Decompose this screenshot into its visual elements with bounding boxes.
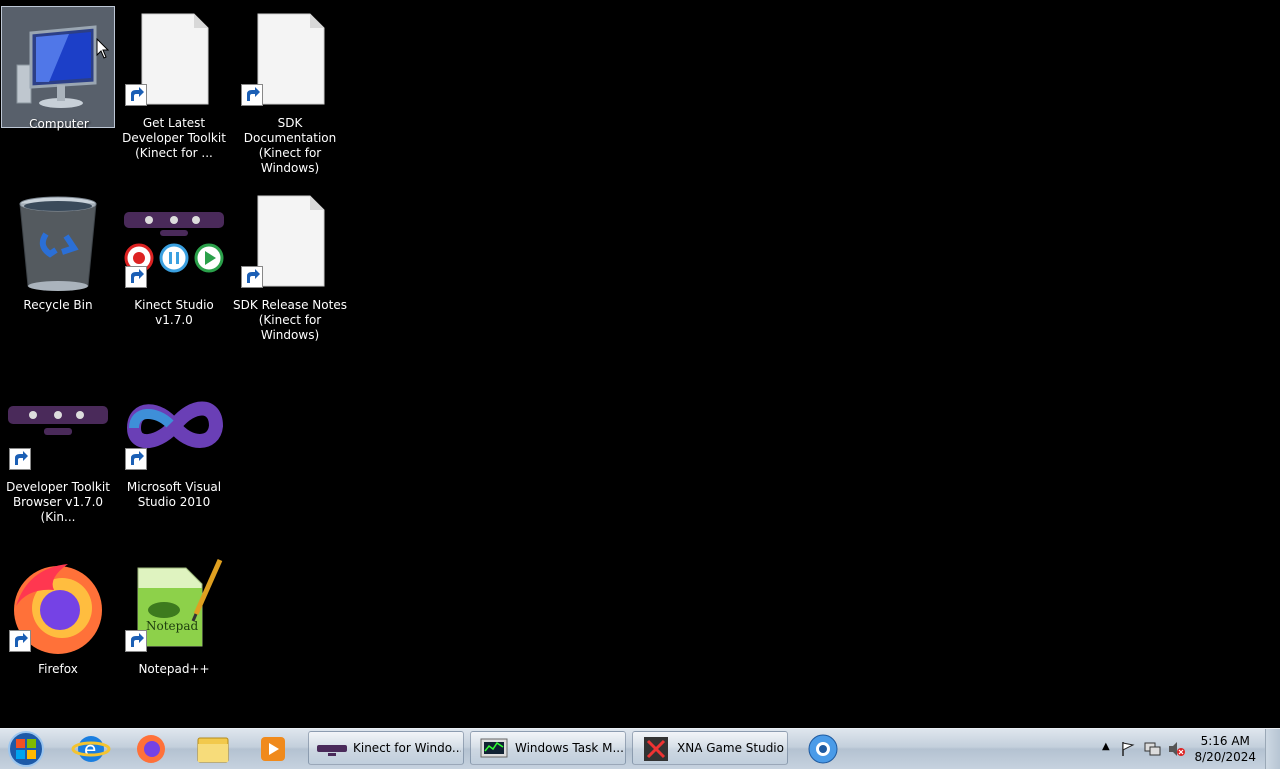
taskbar-task-windows-task-manager[interactable]: Windows Task M... xyxy=(470,731,626,765)
action-center-flag-icon[interactable] xyxy=(1120,741,1136,757)
firefox-icon[interactable] xyxy=(124,731,178,767)
internet-explorer-icon[interactable]: e xyxy=(64,731,118,767)
desktop-icon-notepad-plus-plus[interactable]: Notepad Notepad++ xyxy=(117,552,231,728)
desktop-icon-label: Microsoft Visual Studio 2010 xyxy=(126,480,222,509)
shortcut-arrow-icon xyxy=(125,630,147,652)
task-label: XNA Game Studio... xyxy=(677,741,785,755)
shortcut-arrow-icon xyxy=(125,84,147,106)
svg-text:Notepad: Notepad xyxy=(146,619,198,633)
desktop-icon-label: Get Latest Developer Toolkit (Kinect for… xyxy=(122,116,226,160)
desktop-icon-label: Firefox xyxy=(38,662,78,676)
desktop-icon-sdk-documentation[interactable]: SDK Documentation (Kinect for Windows) xyxy=(233,6,347,182)
desktop: Computer Get Latest Developer Toolkit (K… xyxy=(0,0,1280,728)
desktop-icon-label: Notepad++ xyxy=(138,662,210,676)
taskbar-task-kinect-for-windows[interactable]: Kinect for Windo... xyxy=(308,731,464,765)
mouse-cursor-icon xyxy=(96,38,110,59)
desktop-icon-kinect-studio[interactable]: Kinect Studio v1.7.0 xyxy=(117,188,231,364)
clock-time: 5:16 AM xyxy=(1200,734,1250,748)
task-label: Windows Task M... xyxy=(515,741,623,755)
desktop-icon-visual-studio-2010[interactable]: Microsoft Visual Studio 2010 xyxy=(117,370,231,546)
desktop-icon-label: SDK Documentation (Kinect for Windows) xyxy=(243,116,337,175)
shortcut-arrow-icon xyxy=(125,266,147,288)
desktop-icon-get-latest-developer-toolkit[interactable]: Get Latest Developer Toolkit (Kinect for… xyxy=(117,6,231,182)
desktop-icon-label: Recycle Bin xyxy=(23,298,93,312)
shortcut-arrow-icon xyxy=(125,448,147,470)
taskbar-task-xna-game-studio[interactable]: XNA Game Studio... xyxy=(632,731,788,765)
shortcut-arrow-icon xyxy=(9,630,31,652)
desktop-icon-label: Kinect Studio v1.7.0 xyxy=(134,298,214,327)
volume-muted-icon[interactable] xyxy=(1168,741,1186,757)
desktop-icon-label: Computer xyxy=(29,117,89,131)
computer-icon xyxy=(16,25,97,108)
shortcut-arrow-icon xyxy=(241,266,263,288)
desktop-icon-computer[interactable]: Computer xyxy=(1,6,115,131)
desktop-icon-sdk-release-notes[interactable]: SDK Release Notes (Kinect for Windows) xyxy=(233,188,347,364)
desktop-icon-firefox[interactable]: Firefox xyxy=(1,552,115,728)
notification-area: ▲ 5:16 AM 8/20/2024 xyxy=(1090,729,1280,769)
task-manager-icon xyxy=(480,738,508,758)
media-player-icon[interactable] xyxy=(246,731,300,767)
show-hidden-icons-icon[interactable]: ▲ xyxy=(1102,741,1110,752)
system-clock[interactable]: 5:16 AM 8/20/2024 xyxy=(1194,733,1256,765)
svg-text:e: e xyxy=(84,737,96,761)
xna-icon xyxy=(644,737,668,761)
task-label: Kinect for Windo... xyxy=(353,741,461,755)
shortcut-arrow-icon xyxy=(9,448,31,470)
windows-explorer-icon[interactable] xyxy=(186,731,240,767)
desktop-icon-developer-toolkit-browser[interactable]: Developer Toolkit Browser v1.7.0 (Kin... xyxy=(1,370,115,546)
show-desktop-button[interactable] xyxy=(1265,729,1280,769)
network-icon[interactable] xyxy=(1144,741,1162,757)
kinect-sensor-icon xyxy=(317,745,347,756)
chrome-like-globe-icon[interactable] xyxy=(796,731,850,767)
recycle-bin-icon xyxy=(19,196,97,291)
start-button[interactable] xyxy=(4,730,46,768)
desktop-icon-label: Developer Toolkit Browser v1.7.0 (Kin... xyxy=(6,480,110,524)
clock-date: 8/20/2024 xyxy=(1194,750,1256,764)
desktop-icon-recycle-bin[interactable]: Recycle Bin xyxy=(1,188,115,364)
shortcut-arrow-icon xyxy=(241,84,263,106)
desktop-icon-label: SDK Release Notes (Kinect for Windows) xyxy=(233,298,347,342)
taskbar: e Kinect for Windo... Windows Task M... xyxy=(0,728,1280,769)
